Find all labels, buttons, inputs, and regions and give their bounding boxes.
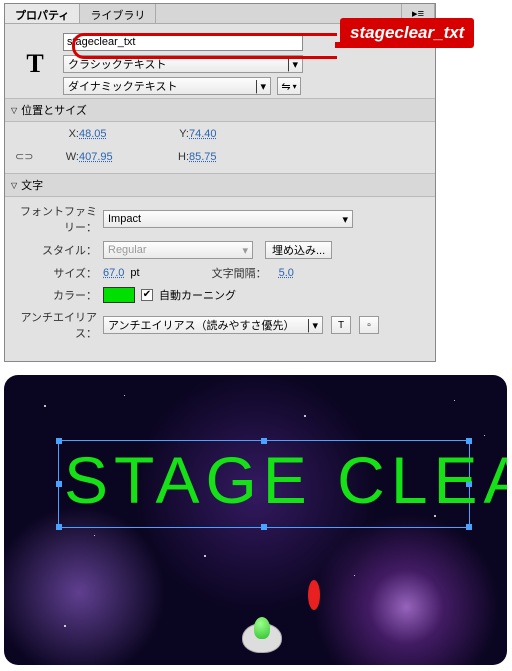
section-title: 文字 [21, 177, 43, 193]
auto-kern-checkbox[interactable]: ✔ [141, 289, 153, 301]
triangle-down-icon: ▽ [11, 181, 17, 190]
text-direction-button[interactable]: ⇋▾ [277, 77, 301, 95]
section-position-size-header[interactable]: ▽ 位置とサイズ [5, 98, 435, 122]
chevron-down-icon: │▾ [286, 58, 298, 71]
chevron-down-icon: ▾ [342, 213, 348, 226]
section-title: 位置とサイズ [21, 102, 87, 118]
chevron-down-icon: │▾ [306, 319, 318, 332]
font-family-label: フォントファミリー： [15, 203, 103, 235]
size-label: サイズ： [15, 265, 103, 281]
color-swatch[interactable] [103, 287, 135, 303]
star [94, 535, 95, 536]
chevron-down-icon: │▾ [254, 80, 266, 93]
y-value[interactable]: 74.40 [189, 128, 259, 140]
star [64, 625, 66, 627]
star [44, 405, 46, 407]
x-label: X: [39, 128, 79, 140]
star [204, 555, 206, 557]
star [454, 400, 455, 401]
star [124, 395, 125, 396]
star [484, 435, 485, 436]
section-position-size-body: X: 48.05 Y: 74.40 ⊂⊃ W: 407.95 H: 85.75 [5, 122, 435, 173]
w-label: W: [39, 151, 79, 163]
enemy-bullet [308, 580, 320, 610]
resize-handle[interactable] [466, 524, 472, 530]
stage-clear-text[interactable]: STAGE CLEAR [64, 447, 507, 513]
star [304, 415, 306, 417]
stage-preview: STAGE CLEAR [4, 375, 507, 665]
resize-handle[interactable] [261, 524, 267, 530]
style-label: スタイル： [15, 242, 103, 258]
instance-name-input[interactable] [63, 33, 303, 51]
properties-panel: プロパティ ライブラリ ▸≡ T クラシックテキスト │▾ ダイナミックテキスト… [4, 3, 436, 362]
triangle-down-icon: ▽ [11, 106, 17, 115]
text-tool-icon: T [15, 49, 55, 79]
font-family-select[interactable]: Impact ▾ [103, 210, 353, 228]
player-ship [236, 615, 288, 655]
resize-handle[interactable] [56, 438, 62, 444]
paragraph-icon: ⇋ [281, 80, 290, 93]
font-style-value: Regular [108, 244, 147, 256]
antialias-select[interactable]: アンチエイリアス（読みやすさ優先） │▾ [103, 316, 323, 334]
section-character-header[interactable]: ▽ 文字 [5, 173, 435, 197]
color-label: カラー： [15, 287, 103, 303]
x-value[interactable]: 48.05 [79, 128, 149, 140]
panel-body: T クラシックテキスト │▾ ダイナミックテキスト │▾ ⇋▾ ▽ 位置とサイズ [5, 24, 435, 357]
aa-label: アンチエイリアス： [15, 309, 103, 341]
superscript-toggle[interactable]: ▫ [359, 316, 379, 334]
tab-library[interactable]: ライブラリ [80, 4, 156, 23]
text-type-select[interactable]: ダイナミックテキスト │▾ [63, 77, 271, 95]
y-label: Y: [149, 128, 189, 140]
ship-dome [254, 617, 270, 639]
spacing-label: 文字間隔： [212, 265, 273, 281]
size-unit: pt [130, 267, 139, 279]
text-engine-value: クラシックテキスト [68, 56, 166, 72]
font-style-select[interactable]: Regular ▾ [103, 241, 253, 259]
lock-aspect-icon[interactable]: ⊂⊃ [15, 150, 33, 163]
embed-button[interactable]: 埋め込み... [265, 241, 332, 259]
star [354, 575, 355, 576]
h-value[interactable]: 85.75 [189, 151, 259, 163]
resize-handle[interactable] [56, 481, 62, 487]
size-value[interactable]: 67.0 [103, 267, 124, 279]
chevron-down-icon: ▾ [293, 82, 297, 91]
chevron-down-icon: ▾ [242, 244, 248, 257]
resize-handle[interactable] [56, 524, 62, 530]
tab-properties[interactable]: プロパティ [5, 4, 80, 23]
font-family-value: Impact [108, 213, 141, 225]
auto-kern-label: 自動カーニング [159, 287, 236, 303]
text-type-value: ダイナミックテキスト [68, 78, 177, 94]
spacing-value[interactable]: 5.0 [279, 267, 294, 279]
section-character-body: フォントファミリー： Impact ▾ スタイル： Regular ▾ 埋め込み… [5, 197, 435, 351]
h-label: H: [149, 151, 189, 163]
selectable-toggle[interactable]: T [331, 316, 351, 334]
w-value[interactable]: 407.95 [79, 151, 149, 163]
callout-label: stageclear_txt [340, 18, 474, 48]
text-engine-select[interactable]: クラシックテキスト │▾ [63, 55, 303, 73]
antialias-value: アンチエイリアス（読みやすさ優先） [108, 317, 295, 333]
